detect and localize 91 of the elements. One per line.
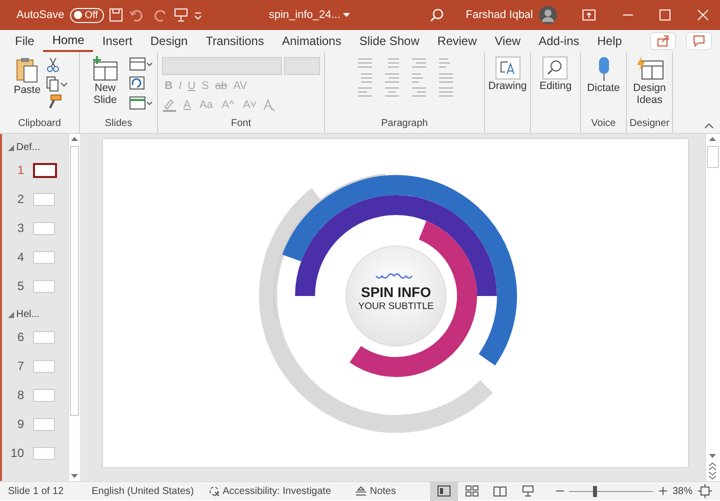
- share-button[interactable]: [650, 32, 676, 50]
- caret-icon[interactable]: [343, 12, 350, 18]
- slide-number: 7: [16, 358, 24, 375]
- ribbon-tab[interactable]: Animations: [272, 30, 350, 52]
- sorter-view-icon: [464, 485, 479, 497]
- autosave-label: AutoSave: [16, 8, 64, 23]
- new-slide-button[interactable]: New Slide: [84, 54, 126, 108]
- slide-number: 5: [16, 278, 24, 295]
- normal-view-icon: [436, 485, 451, 497]
- ornament-icon: [376, 274, 412, 278]
- notes-button[interactable]: Notes: [355, 484, 396, 498]
- ribbon-display-icon[interactable]: [582, 9, 596, 21]
- dictate-button[interactable]: Dictate: [584, 54, 623, 96]
- design-ideas-icon: [636, 56, 664, 82]
- new-slide-icon: [91, 56, 120, 82]
- section-label[interactable]: Def...: [16, 140, 40, 155]
- presenter-icon[interactable]: [174, 8, 188, 22]
- scrollbar-thumb[interactable]: [70, 146, 79, 416]
- slideshow-view-icon: [520, 485, 535, 497]
- slide-number: 9: [16, 416, 24, 433]
- search-icon[interactable]: [430, 8, 444, 22]
- group-label: Slides: [104, 117, 132, 131]
- comment-icon: [693, 35, 705, 47]
- autosave-toggle[interactable]: Off: [70, 8, 104, 22]
- avatar-icon[interactable]: [538, 6, 556, 24]
- reading-view-icon: [492, 485, 507, 497]
- fit-to-window-icon[interactable]: [698, 484, 712, 498]
- collapse-ribbon-icon[interactable]: [704, 123, 714, 129]
- group-label: Paragraph: [381, 117, 428, 131]
- user-name: Farshad Iqbal: [466, 8, 533, 23]
- zoom-level[interactable]: 38%: [672, 484, 692, 498]
- ribbon-tab[interactable]: Review: [428, 30, 486, 52]
- expand-triangle-icon[interactable]: [8, 144, 14, 150]
- group-label: Voice: [591, 117, 616, 131]
- group-label: Designer: [629, 117, 670, 131]
- previous-slide-icon[interactable]: [706, 461, 719, 471]
- design-ideas-button[interactable]: Design Ideas: [630, 54, 669, 108]
- maximize-icon[interactable]: [659, 9, 671, 21]
- file-name[interactable]: spin_info_24...: [268, 6, 340, 24]
- font-size-field[interactable]: [284, 56, 320, 75]
- comments-button[interactable]: [686, 32, 712, 50]
- slide-number: 8: [16, 387, 24, 404]
- slide-number: 10: [10, 445, 24, 462]
- zoom-in-icon[interactable]: [658, 487, 667, 495]
- ribbon-tab[interactable]: Slide Show: [350, 30, 428, 52]
- search-icon: [542, 56, 568, 80]
- slide-number: 1: [16, 162, 24, 179]
- ribbon-tab[interactable]: File: [6, 30, 44, 52]
- group-label: Clipboard: [18, 117, 61, 131]
- slide-number: 6: [16, 329, 24, 346]
- paste-button[interactable]: Paste: [10, 54, 44, 98]
- next-slide-icon[interactable]: [706, 471, 719, 481]
- reset-icon[interactable]: [129, 76, 145, 90]
- microphone-icon: [596, 56, 610, 82]
- accessibility-status[interactable]: Accessibility: Investigate: [222, 484, 332, 498]
- save-icon[interactable]: [109, 8, 124, 22]
- slide-number: 4: [16, 249, 24, 266]
- ribbon-tab[interactable]: Transitions: [196, 30, 273, 52]
- section-icon[interactable]: [129, 96, 153, 110]
- ribbon-tab[interactable]: Help: [588, 30, 631, 52]
- shapes-icon: [494, 56, 520, 80]
- slide-number: 2: [16, 191, 24, 208]
- normal-view-button[interactable]: [430, 482, 458, 500]
- slide-count: Slide 1 of 12: [8, 484, 64, 498]
- section-label[interactable]: Hel...: [16, 307, 40, 322]
- notes-icon: [355, 486, 368, 496]
- share-icon: [657, 35, 669, 47]
- font-name-field[interactable]: [162, 56, 282, 75]
- ribbon-tab[interactable]: Add-ins: [530, 30, 588, 52]
- language-status[interactable]: English (United States): [92, 484, 194, 498]
- scrollbar-thumb[interactable]: [707, 146, 719, 168]
- slide-thumbnail[interactable]: [33, 162, 57, 178]
- customize-icon[interactable]: [193, 10, 204, 20]
- drawing-button[interactable]: Drawing: [485, 54, 530, 94]
- copy-icon[interactable]: [46, 76, 68, 92]
- cut-icon[interactable]: [46, 56, 60, 73]
- group-label: Font: [230, 117, 251, 131]
- clipboard-icon: [15, 56, 40, 84]
- close-icon[interactable]: [696, 9, 708, 21]
- slide-title: SPIN INFO: [361, 284, 431, 300]
- layout-icon[interactable]: [129, 56, 153, 71]
- ribbon-tab[interactable]: Insert: [93, 30, 142, 52]
- zoom-slider-thumb[interactable]: [593, 486, 598, 496]
- editing-button[interactable]: Editing: [536, 54, 575, 94]
- expand-triangle-icon[interactable]: [8, 312, 14, 318]
- slide-subtitle: YOUR SUBTITLE: [358, 301, 434, 312]
- accessibility-icon[interactable]: [208, 485, 220, 497]
- redo-icon[interactable]: [154, 8, 168, 22]
- ribbon-tab[interactable]: Design: [141, 30, 197, 52]
- ribbon-tab[interactable]: View: [486, 30, 530, 52]
- slide-number: 3: [16, 220, 24, 237]
